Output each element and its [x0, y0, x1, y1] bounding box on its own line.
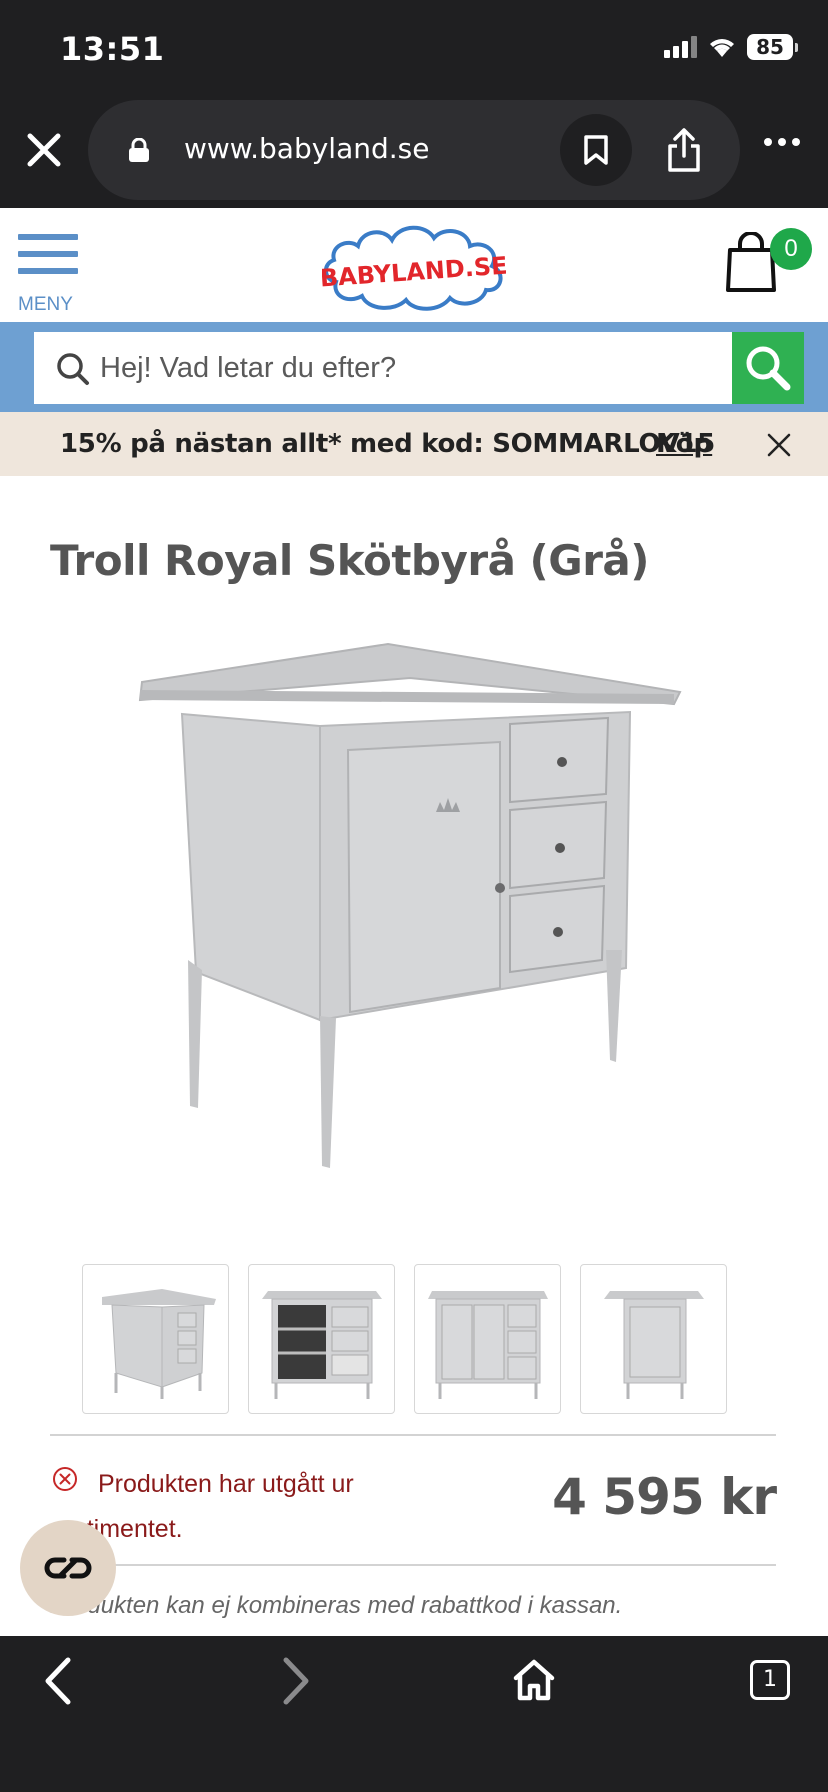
wifi-icon — [710, 39, 734, 57]
close-icon[interactable] — [766, 432, 792, 458]
search-button[interactable] — [732, 332, 804, 404]
site-header: MENY BABYLAND.SE 0 — [0, 208, 828, 322]
browser-bottom-toolbar: 1 — [0, 1636, 828, 1792]
promo-banner: 15% på nästan allt* med kod: SOMMARLOV15… — [0, 412, 828, 476]
thumbnail[interactable] — [414, 1264, 561, 1414]
cellular-signal-icon — [664, 36, 697, 58]
chat-icon — [44, 1557, 92, 1579]
battery-level: 85 — [747, 34, 793, 60]
product-price: 4 595 kr — [552, 1468, 777, 1526]
thumbnail[interactable] — [580, 1264, 727, 1414]
search-input[interactable] — [100, 332, 700, 404]
share-button[interactable] — [648, 114, 720, 186]
search-icon — [57, 353, 89, 385]
browser-toolbar: www.babyland.se — [0, 98, 828, 208]
forward-icon[interactable] — [276, 1656, 316, 1706]
promo-buy-link[interactable]: Köp — [656, 429, 712, 459]
status-time: 13:51 — [60, 30, 165, 68]
status-indicators: 85 — [664, 34, 798, 60]
thumbnail-strip — [82, 1264, 727, 1414]
divider — [50, 1434, 776, 1436]
product-image[interactable] — [130, 620, 700, 1180]
menu-label[interactable]: MENY — [18, 294, 73, 316]
product-title: Troll Royal Skötbyrå (Grå) — [50, 536, 649, 585]
search-band — [0, 322, 828, 412]
thumbnail[interactable] — [248, 1264, 395, 1414]
chat-button[interactable] — [20, 1520, 116, 1616]
cart-icon[interactable] — [724, 232, 778, 294]
thumbnail[interactable] — [82, 1264, 229, 1414]
bookmark-button[interactable] — [560, 114, 632, 186]
share-icon — [668, 128, 700, 172]
bookmark-icon — [584, 135, 608, 165]
search-box — [34, 332, 732, 404]
battery-icon: 85 — [747, 34, 798, 60]
close-icon[interactable] — [22, 128, 66, 172]
divider — [50, 1564, 776, 1566]
magnifier-icon — [746, 346, 791, 391]
tabs-icon[interactable]: 1 — [750, 1660, 790, 1700]
status-bar: 13:51 85 — [0, 0, 828, 98]
promo-text: 15% på nästan allt* med kod: SOMMARLOV15 — [60, 429, 715, 459]
url-text: www.babyland.se — [184, 132, 430, 165]
more-icon[interactable] — [764, 138, 800, 146]
menu-icon[interactable] — [18, 234, 78, 285]
address-bar[interactable]: www.babyland.se — [88, 100, 740, 200]
lock-icon — [129, 138, 149, 162]
babyland-logo[interactable]: BABYLAND.SE — [322, 220, 506, 316]
cart-count-badge: 0 — [770, 228, 812, 270]
home-icon[interactable] — [510, 1656, 558, 1704]
back-icon[interactable] — [38, 1656, 78, 1706]
discount-note: Produkten kan ej kombineras med rabattko… — [50, 1592, 623, 1619]
